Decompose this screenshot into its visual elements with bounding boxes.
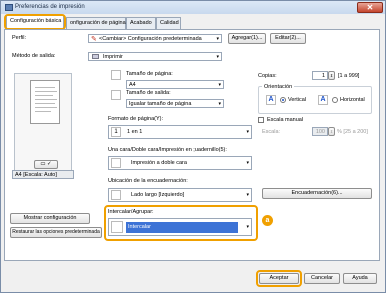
add-profile-button[interactable]: Agregar(1)... bbox=[228, 33, 266, 44]
portrait-icon: A bbox=[266, 95, 276, 105]
output-size-icon bbox=[111, 90, 121, 100]
tab-quality[interactable]: Calidad bbox=[156, 17, 181, 29]
scale-input[interactable]: 100 bbox=[312, 127, 328, 136]
landscape-radio[interactable] bbox=[332, 97, 338, 103]
copies-range: [1 a 999] bbox=[338, 73, 360, 79]
close-button[interactable]: ✕ bbox=[357, 2, 383, 13]
binding-label: Ubicación de la encuadernación: bbox=[108, 178, 188, 184]
collate-label: Intercalar/Agrupar: bbox=[108, 209, 154, 215]
title-bar: Preferencias de impresión ✕ bbox=[1, 1, 385, 14]
duplex-select[interactable]: Impresión a doble cara ▾ bbox=[108, 156, 252, 170]
chevron-down-icon: ▾ bbox=[218, 82, 221, 88]
output-size-value: Igualar tamaño de página bbox=[129, 101, 192, 107]
ok-button[interactable]: Aceptar bbox=[259, 273, 299, 284]
profile-value: <Cambiar> Configuración predeterminada bbox=[99, 36, 202, 42]
restore-defaults-button[interactable]: Restaurar las opciones predeterminada bbox=[10, 227, 102, 238]
edit-profile-button[interactable]: Editar(2)... bbox=[270, 33, 306, 44]
printer-app-icon bbox=[5, 4, 13, 11]
page-layout-select[interactable]: 1 1 en 1 ▾ bbox=[108, 125, 252, 139]
copies-input[interactable]: 1 bbox=[312, 71, 328, 80]
scale-label: Escala: bbox=[262, 129, 281, 135]
profile-select[interactable]: ✎ <Cambiar> Configuración predeterminada… bbox=[88, 34, 222, 43]
duplex-label: Una cara/Doble cara/Impresión en ;uadern… bbox=[108, 147, 227, 153]
output-method-label: Método de salida: bbox=[12, 53, 56, 59]
chevron-down-icon: ▾ bbox=[216, 54, 219, 60]
chevron-down-icon: ▾ bbox=[246, 224, 249, 230]
scale-stepper[interactable]: ⇕ bbox=[328, 127, 335, 136]
chevron-down-icon: ▾ bbox=[246, 160, 249, 166]
profile-label: Perfil: bbox=[12, 35, 27, 41]
copies-stepper[interactable]: ⇕ bbox=[328, 71, 335, 80]
preview-text-line bbox=[35, 99, 57, 100]
paper-size-label: Tamaño de página: bbox=[126, 71, 173, 77]
layout-icon: 1 bbox=[111, 127, 121, 137]
cancel-button[interactable]: Cancelar bbox=[304, 273, 340, 284]
collate-select[interactable]: Intercalar ▾ bbox=[108, 218, 252, 236]
tab-page-setup[interactable]: onfiguración de página bbox=[66, 17, 126, 29]
tab-finishing[interactable]: Acabado bbox=[126, 17, 156, 29]
output-size-select[interactable]: Igualar tamaño de página ▾ bbox=[126, 99, 224, 108]
copies-label: Copias: bbox=[258, 73, 277, 79]
manual-scale-checkbox[interactable] bbox=[258, 117, 264, 123]
preview-text-line bbox=[35, 91, 57, 92]
binding-select[interactable]: Lado largo [Izquierdo] ▾ bbox=[108, 188, 252, 202]
show-settings-button[interactable]: Mostrar configuración bbox=[10, 213, 90, 224]
printer-icon bbox=[92, 54, 99, 59]
binding-value: Lado largo [Izquierdo] bbox=[131, 192, 185, 198]
binding-button[interactable]: Encuadernación(6)... bbox=[262, 188, 372, 199]
scale-range: % [25 a 200] bbox=[337, 129, 368, 135]
output-method-select[interactable]: Imprimir ▾ bbox=[88, 52, 222, 61]
manual-scale-label: Escala manual bbox=[267, 117, 304, 123]
paper-size-select[interactable]: A4 ▾ bbox=[126, 80, 224, 89]
portrait-radio[interactable] bbox=[280, 97, 286, 103]
binding-icon bbox=[111, 190, 121, 200]
preview-text-line bbox=[35, 95, 53, 96]
collate-value: Intercalar bbox=[126, 222, 238, 233]
preview-page bbox=[30, 80, 60, 124]
paper-size-icon bbox=[111, 70, 121, 80]
duplex-icon bbox=[111, 158, 121, 168]
chevron-down-icon: ▾ bbox=[246, 192, 249, 198]
landscape-label: Horizontal bbox=[340, 97, 365, 103]
preview-caption: A4 [Escala: Auto] bbox=[12, 170, 74, 179]
duplex-value: Impresión a doble cara bbox=[131, 160, 187, 166]
tab-highlight bbox=[4, 14, 66, 30]
output-size-label: Tamaño de salida: bbox=[126, 90, 171, 96]
collate-icon bbox=[111, 221, 123, 233]
chevron-down-icon: ▾ bbox=[216, 36, 219, 42]
chevron-down-icon: ▾ bbox=[246, 129, 249, 135]
preview-text-line bbox=[35, 87, 55, 88]
window-title: Preferencias de impresión bbox=[15, 4, 85, 10]
preview-text-line bbox=[35, 107, 57, 108]
chevron-down-icon: ▾ bbox=[218, 101, 221, 107]
landscape-icon: A bbox=[318, 95, 328, 105]
preview-text-line bbox=[35, 103, 55, 104]
pencil-icon: ✎ bbox=[91, 36, 97, 43]
paper-size-value: A4 bbox=[129, 82, 136, 88]
help-button[interactable]: Ayuda bbox=[343, 273, 377, 284]
page-layout-label: Formato de página(Y): bbox=[108, 116, 164, 122]
orientation-label: Orientación bbox=[262, 84, 295, 90]
preview-view-toggle[interactable]: ▭ ✓ bbox=[34, 160, 58, 169]
callout-badge: a bbox=[262, 215, 273, 226]
preview-text-line bbox=[35, 111, 51, 112]
portrait-label: Vertical bbox=[288, 97, 307, 103]
